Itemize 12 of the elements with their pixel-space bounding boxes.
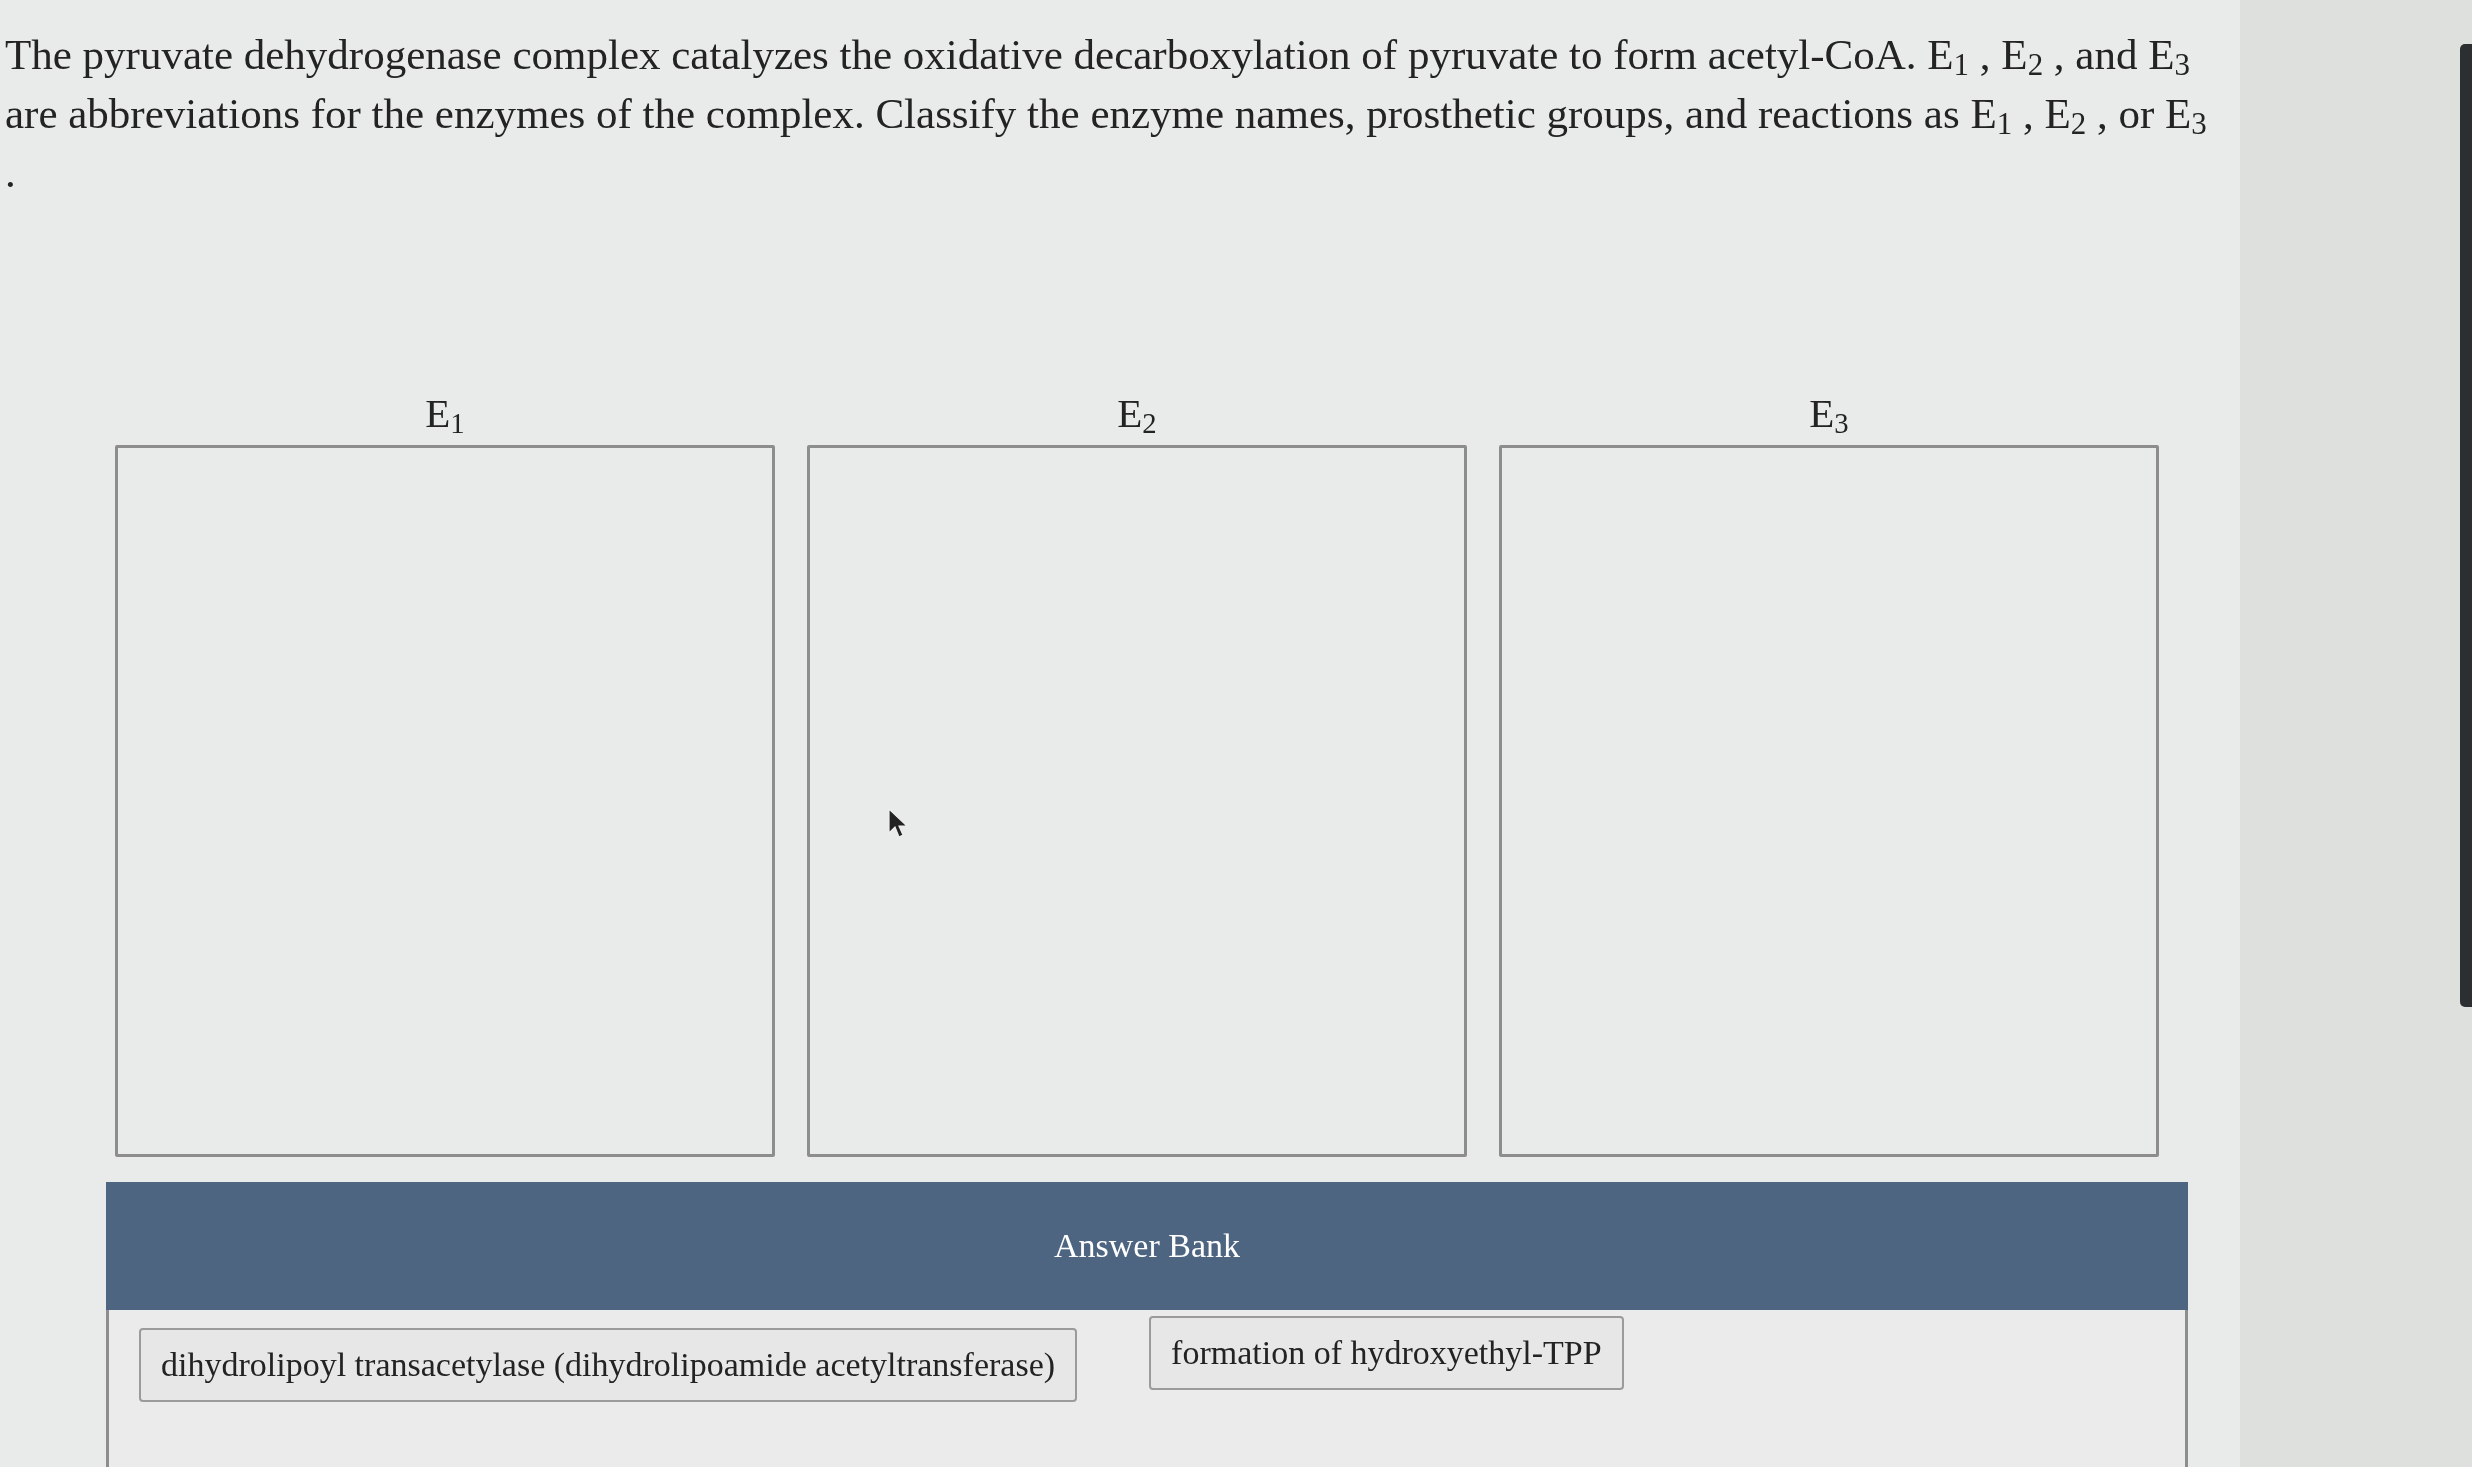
answer-bank-header: Answer Bank xyxy=(106,1182,2188,1310)
answer-chip[interactable]: formation of hydroxyethyl-TPP xyxy=(1149,1316,1624,1390)
mouse-pointer-icon xyxy=(888,808,908,838)
category-label: E$_{2}$ xyxy=(1117,389,1157,437)
drop-zone[interactable] xyxy=(1499,445,2159,1157)
question-text: The pyruvate dehydrogenase complex catalyzes the oxidative decarboxylation of pyruvate to form acetyl-CoA. E$_{1}$ , E$_{2}$ , and E$_{3}$ are abbreviations for the enzymes of the complex. Classify the enzyme names, prosthetic groups, and reactions as E$_{1}$ , E$_{2}$ , or E$_{3}$ . xyxy=(5,30,2208,198)
drop-zone[interactable] xyxy=(807,445,1467,1157)
scrollbar[interactable] xyxy=(2460,44,2472,1007)
answer-chip[interactable]: dihydrolipoyl transacetylase (dihydrolipoamide acetyltransferase) xyxy=(139,1328,1078,1402)
category-label: E$_{3}$ xyxy=(1809,389,1849,437)
category-label: E$_{1}$ xyxy=(425,389,465,437)
drop-zone[interactable] xyxy=(115,445,775,1157)
